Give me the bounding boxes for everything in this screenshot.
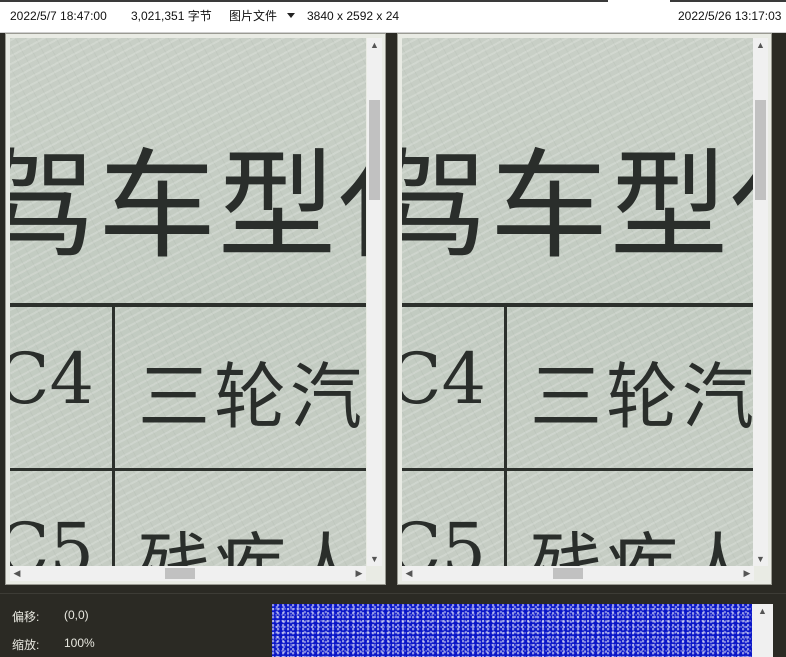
left-vertical-scrollbar[interactable]: ▲ ▼ [367, 38, 382, 566]
difference-map[interactable] [272, 604, 752, 657]
left-file-type[interactable]: 图片文件 [229, 9, 277, 23]
right-document-image: 驾车型代 C4 三轮汽 C5 残疾人 [402, 38, 754, 566]
difference-map-scrollbar[interactable]: ▲ [752, 604, 773, 657]
row1-desc: 三轮汽 [530, 355, 754, 439]
scroll-left-icon[interactable]: ◀ [10, 566, 24, 581]
left-image-pane[interactable]: 驾车型代 C4 三轮汽 C5 残疾人 ▲ ▼ ◀ ▶ [5, 33, 386, 585]
scroll-down-icon[interactable]: ▼ [367, 552, 382, 566]
scroll-thumb[interactable] [369, 100, 380, 200]
table-top-line [10, 303, 366, 307]
window-edge [773, 33, 786, 657]
offset-value: (0,0) [64, 608, 89, 622]
row2-code: C5 [402, 508, 487, 566]
scroll-right-icon[interactable]: ▶ [352, 566, 366, 581]
left-horizontal-scrollbar[interactable]: ◀ ▶ [10, 566, 366, 581]
scroll-thumb[interactable] [755, 100, 766, 200]
row1-code: C4 [402, 338, 487, 420]
left-header-edge [0, 0, 608, 2]
zoom-label: 缩放: [12, 638, 40, 652]
table-row-line [402, 468, 754, 471]
table-column-line [112, 307, 115, 566]
scroll-thumb[interactable] [165, 568, 195, 579]
scroll-up-icon[interactable]: ▲ [752, 604, 773, 618]
row1-desc: 三轮汽 [138, 355, 366, 439]
right-horizontal-scrollbar[interactable]: ◀ ▶ [402, 566, 754, 581]
right-vertical-scrollbar[interactable]: ▲ ▼ [753, 38, 768, 566]
row1-code: C4 [10, 338, 95, 420]
right-file-modified: 2022/5/26 13:17:03 [678, 9, 782, 23]
right-header-edge [670, 0, 786, 2]
row2-desc: 残疾人 [530, 508, 754, 566]
left-file-size: 3,021,351 字节 [131, 9, 212, 23]
left-image-viewport[interactable]: 驾车型代 C4 三轮汽 C5 残疾人 [10, 38, 366, 566]
scroll-up-icon[interactable]: ▲ [367, 38, 382, 52]
left-file-modified: 2022/5/7 18:47:00 [10, 9, 107, 23]
offset-label: 偏移: [12, 610, 40, 624]
file-type-dropdown-icon[interactable] [287, 13, 295, 18]
scroll-down-icon[interactable]: ▼ [753, 552, 768, 566]
left-file-dimensions: 3840 x 2592 x 24 [307, 9, 400, 23]
table-column-line [504, 307, 507, 566]
heading-text: 驾车型代 [402, 137, 754, 275]
scroll-up-icon[interactable]: ▲ [753, 38, 768, 52]
right-image-viewport[interactable]: 驾车型代 C4 三轮汽 C5 残疾人 [402, 38, 754, 566]
heading-text: 驾车型代 [10, 137, 366, 275]
scroll-thumb[interactable] [553, 568, 583, 579]
scroll-left-icon[interactable]: ◀ [402, 566, 416, 581]
row2-desc: 残疾人 [138, 508, 366, 566]
table-row-line [10, 468, 366, 471]
table-top-line [402, 303, 754, 307]
row2-code: C5 [10, 508, 95, 566]
left-document-image: 驾车型代 C4 三轮汽 C5 残疾人 [10, 38, 366, 566]
scroll-right-icon[interactable]: ▶ [740, 566, 754, 581]
right-image-pane[interactable]: 驾车型代 C4 三轮汽 C5 残疾人 ▲ ▼ ◀ ▶ [397, 33, 772, 585]
file-info-bar: 2022/5/7 18:47:00 3,021,351 字节 图片文件 3840… [0, 0, 786, 33]
zoom-value: 100% [64, 636, 95, 650]
